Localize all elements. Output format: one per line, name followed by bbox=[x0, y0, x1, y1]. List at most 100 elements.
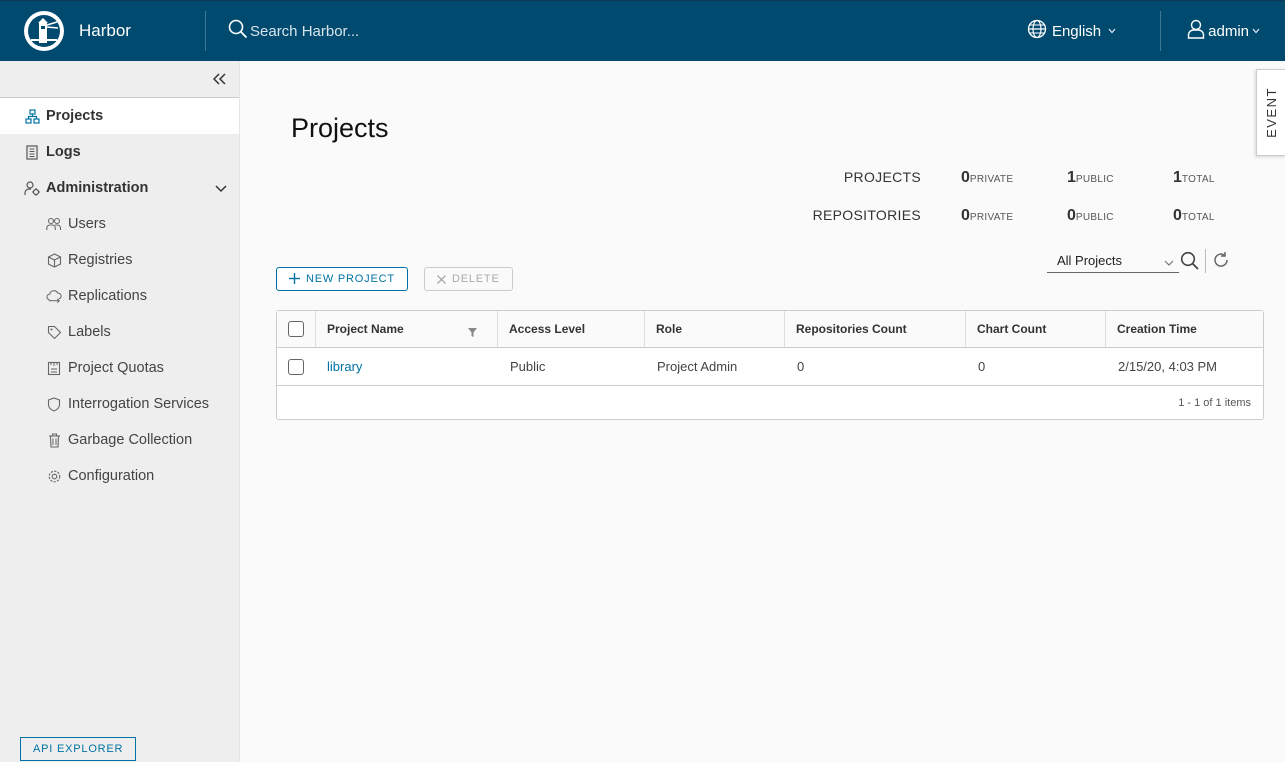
sidebar-item-label: Projects bbox=[46, 108, 104, 124]
main-content: Projects PROJECTS 0 PRIVATE 1 PUBLIC 1 T… bbox=[240, 61, 1285, 762]
double-chevron-left-icon bbox=[213, 73, 226, 85]
sidebar-item-labels[interactable]: Labels bbox=[0, 314, 239, 350]
table-footer: 1 - 1 of 1 items bbox=[277, 386, 1263, 419]
sidebar-item-replications[interactable]: Replications bbox=[0, 278, 239, 314]
sidebar-item-label: Logs bbox=[46, 144, 81, 160]
filter-icon[interactable] bbox=[468, 326, 477, 340]
trash-icon bbox=[46, 432, 62, 448]
sidebar-item-interrogation-services[interactable]: Interrogation Services bbox=[0, 386, 239, 422]
page-title: Projects bbox=[291, 113, 389, 143]
top-header: Harbor English admin bbox=[0, 0, 1285, 61]
quota-icon bbox=[46, 360, 62, 376]
column-role[interactable]: Role bbox=[645, 311, 785, 347]
project-link[interactable]: library bbox=[327, 359, 362, 374]
sidebar-item-users[interactable]: Users bbox=[0, 206, 239, 242]
language-label: English bbox=[1051, 22, 1102, 40]
summary-repositories-row: REPOSITORIES 0 PRIVATE 0 PUBLIC 0 TOTAL bbox=[800, 207, 1230, 245]
event-tab-label: EVENT bbox=[1263, 87, 1279, 138]
event-panel-tab[interactable]: EVENT bbox=[1256, 69, 1285, 156]
row-checkbox[interactable] bbox=[288, 358, 304, 375]
shield-icon bbox=[46, 396, 62, 412]
sidebar-item-administration[interactable]: Administration bbox=[0, 170, 239, 206]
projects-icon bbox=[24, 108, 40, 124]
sidebar-item-projects[interactable]: Projects bbox=[0, 98, 239, 134]
user-menu[interactable]: admin bbox=[1187, 19, 1260, 43]
summary-label: PROJECTS bbox=[843, 169, 921, 185]
summary-projects-row: PROJECTS 0 PRIVATE 1 PUBLIC 1 TOTAL bbox=[800, 169, 1230, 207]
column-chart-count[interactable]: Chart Count bbox=[966, 311, 1106, 347]
gear-icon bbox=[46, 468, 62, 484]
header-divider bbox=[205, 11, 206, 51]
harbor-logo-icon bbox=[24, 11, 64, 51]
column-access-level[interactable]: Access Level bbox=[498, 311, 645, 347]
pagination-info: 1 - 1 of 1 items bbox=[1178, 396, 1251, 409]
search-input[interactable] bbox=[250, 22, 550, 40]
sidebar-item-label: Labels bbox=[68, 324, 111, 340]
brand[interactable]: Harbor bbox=[0, 1, 205, 61]
select-all-cell bbox=[277, 311, 316, 347]
sidebar-item-garbage-collection[interactable]: Garbage Collection bbox=[0, 422, 239, 458]
column-creation-time[interactable]: Creation Time bbox=[1106, 311, 1263, 347]
table-row: library Public Project Admin 0 0 2/15/20… bbox=[277, 348, 1263, 386]
column-project-name[interactable]: Project Name bbox=[316, 311, 498, 347]
header-divider bbox=[1160, 11, 1162, 51]
summary-total: 1 TOTAL bbox=[1173, 169, 1215, 186]
sidebar-item-label: Garbage Collection bbox=[68, 432, 193, 448]
sidebar-item-label: Administration bbox=[46, 180, 149, 196]
plus-icon bbox=[289, 272, 300, 287]
row-select-cell bbox=[277, 348, 316, 385]
chevron-down-icon bbox=[1108, 26, 1116, 36]
sidebar-item-label: Project Quotas bbox=[68, 360, 164, 376]
globe-icon bbox=[1027, 19, 1047, 43]
cell-role: Project Admin bbox=[657, 359, 738, 374]
sidebar-item-registries[interactable]: Registries bbox=[0, 242, 239, 278]
summary-label: REPOSITORIES bbox=[812, 207, 921, 223]
sidebar-item-label: Interrogation Services bbox=[68, 396, 210, 412]
sidebar: Projects Logs Administration Users Regis… bbox=[0, 61, 240, 762]
brand-title: Harbor bbox=[79, 21, 131, 40]
delete-label: DELETE bbox=[452, 273, 500, 285]
registries-icon bbox=[46, 252, 62, 268]
sidebar-item-label: Replications bbox=[68, 288, 147, 304]
cell-chart-count: 0 bbox=[978, 359, 986, 374]
search-icon bbox=[228, 19, 248, 44]
user-icon bbox=[1187, 19, 1205, 43]
cell-creation-time: 2/15/20, 4:03 PM bbox=[1118, 359, 1218, 374]
global-search bbox=[228, 19, 1027, 44]
filter-value: All Projects bbox=[1057, 253, 1123, 268]
chevron-down-icon bbox=[1164, 255, 1174, 270]
tag-icon bbox=[46, 324, 62, 340]
cell-project-name: library bbox=[316, 348, 498, 385]
column-repositories-count[interactable]: Repositories Count bbox=[785, 311, 966, 347]
summary-total: 0 TOTAL bbox=[1173, 207, 1215, 224]
user-name: admin bbox=[1208, 22, 1249, 40]
collapse-sidebar-button[interactable] bbox=[211, 70, 229, 88]
users-icon bbox=[46, 216, 62, 232]
project-filter-select[interactable]: All Projects bbox=[1047, 249, 1179, 273]
toolbar-divider bbox=[1205, 249, 1206, 273]
summary-private: 0 PRIVATE bbox=[961, 169, 1014, 186]
chevron-down-icon bbox=[215, 181, 227, 197]
select-all-checkbox[interactable] bbox=[288, 321, 304, 337]
language-selector[interactable]: English bbox=[1027, 19, 1116, 43]
search-icon[interactable] bbox=[1180, 251, 1200, 276]
new-project-label: NEW PROJECT bbox=[306, 273, 395, 285]
cell-access-level: Public bbox=[510, 359, 546, 374]
sidebar-item-logs[interactable]: Logs bbox=[0, 134, 239, 170]
projects-table: Project Name Access Level Role Repositor… bbox=[276, 310, 1264, 420]
table-header: Project Name Access Level Role Repositor… bbox=[277, 311, 1263, 348]
sidebar-collapse-bar bbox=[0, 61, 239, 98]
sidebar-item-label: Users bbox=[68, 216, 106, 232]
summary-private: 0 PRIVATE bbox=[961, 207, 1014, 224]
refresh-icon[interactable] bbox=[1212, 251, 1230, 274]
cloud-replication-icon bbox=[46, 288, 62, 304]
delete-button[interactable]: DELETE bbox=[424, 267, 513, 291]
sidebar-item-label: Registries bbox=[68, 252, 133, 268]
api-explorer-button[interactable]: API EXPLORER bbox=[20, 737, 137, 761]
sidebar-item-project-quotas[interactable]: Project Quotas bbox=[0, 350, 239, 386]
close-icon bbox=[437, 272, 446, 287]
logs-icon bbox=[24, 144, 40, 160]
sidebar-item-configuration[interactable]: Configuration bbox=[0, 458, 239, 494]
new-project-button[interactable]: NEW PROJECT bbox=[276, 267, 408, 291]
project-summary: PROJECTS 0 PRIVATE 1 PUBLIC 1 TOTAL REPO… bbox=[800, 169, 1230, 245]
